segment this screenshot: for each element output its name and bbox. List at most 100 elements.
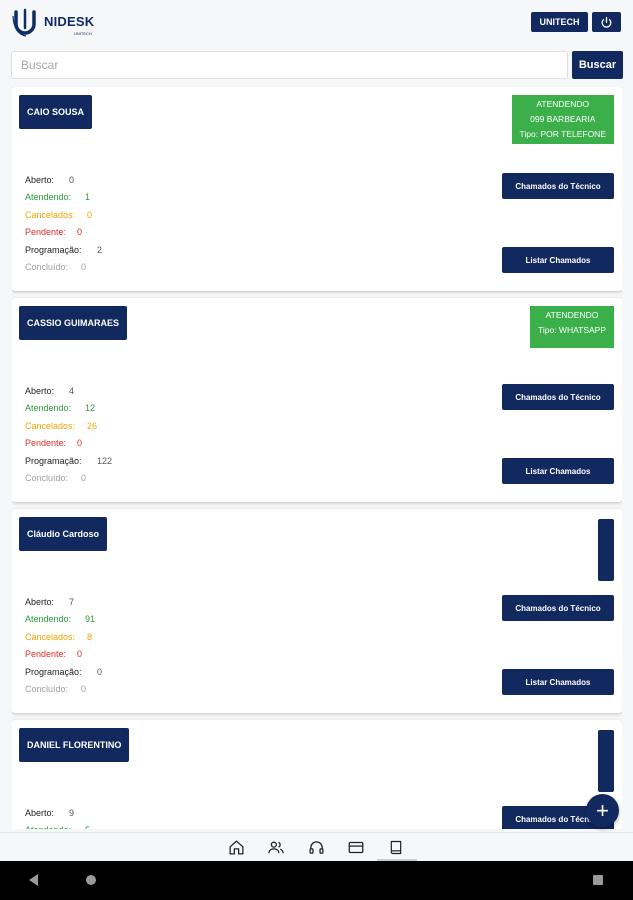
stat-aberto: Aberto: 0 <box>25 172 102 189</box>
technician-card: CASSIO GUIMARAES ATENDENDO Tipo: WHATSAP… <box>12 298 622 502</box>
listar-chamados-button[interactable]: Listar Chamados <box>502 247 614 273</box>
stat-atendendo: Atendendo: 12 <box>25 400 112 417</box>
stat-value: 91 <box>85 614 96 625</box>
chamados-tecnico-button[interactable]: Chamados do Técnico <box>502 384 614 410</box>
status-badge-empty <box>598 730 614 792</box>
status-badge: ATENDENDO Tipo: WHATSAPP <box>529 306 614 348</box>
technician-card: DANIEL FLORENTINO Aberto:9 Atendendo:5 C… <box>12 720 622 829</box>
stat-pendente: Pendente: 0 <box>25 224 102 241</box>
logout-button[interactable] <box>592 12 621 32</box>
stat-label: Atendendo: <box>25 192 72 203</box>
stat-label: Concluído: <box>25 684 69 695</box>
headset-icon[interactable] <box>306 837 326 857</box>
stat-pendente: Pendente: 0 <box>25 646 102 663</box>
stat-value: 9 <box>69 808 75 818</box>
stat-value: 0 <box>81 473 87 484</box>
user-button[interactable]: UNITECH <box>531 12 588 32</box>
back-icon[interactable] <box>29 874 38 886</box>
ticket-stats: Aberto: 7 Atendendo: 91 Cancelados: 8 Pende… <box>25 594 102 698</box>
technician-name-button[interactable]: DANIEL FLORENTINO <box>19 728 130 762</box>
ticket-stats: Aberto: 4 Atendendo: 12 Cancelados: 26 Pend… <box>25 383 112 487</box>
logo-u-icon <box>12 8 36 37</box>
stat-programacao: Programação: 2 <box>25 242 102 259</box>
status-text: ATENDENDO <box>545 310 599 320</box>
stat-value: 8 <box>87 631 93 642</box>
technician-name-button[interactable]: Cláudio Cardoso <box>19 517 108 551</box>
stat-label: Aberto: <box>25 597 55 607</box>
ticket-stats: Aberto: 0 Atendendo: 1 Cancelados: 0 Penden… <box>25 172 102 276</box>
stat-value: 26 <box>87 420 98 431</box>
stat-label: Cancelados: <box>25 631 76 642</box>
stat-pendente: Pendente: 0 <box>25 435 112 452</box>
stat-concluido: Concluído: 0 <box>25 259 102 276</box>
stat-value: 0 <box>81 684 87 695</box>
stat-label: Atendendo: <box>25 403 72 414</box>
stat-value: 0 <box>87 209 93 220</box>
stat-aberto: Aberto: 9 <box>25 805 90 822</box>
stat-label: Programação: <box>25 666 82 677</box>
system-nav-bar <box>0 861 633 900</box>
stat-programacao: Programação: 0 <box>25 664 102 681</box>
stat-cancelados: Cancelados: 26 <box>25 418 112 435</box>
credit-card-icon[interactable] <box>346 837 366 857</box>
chamados-tecnico-button[interactable]: Chamados do Técnico <box>502 595 614 621</box>
listar-chamados-button[interactable]: Listar Chamados <box>502 458 614 484</box>
stat-cancelados: Cancelados: 0 <box>25 207 102 224</box>
technician-card: CAIO SOUSA ATENDENDO 099 BARBEARIA Tipo:… <box>12 87 622 291</box>
stat-value: 5 <box>85 822 90 829</box>
technician-list[interactable]: CAIO SOUSA ATENDENDO 099 BARBEARIA Tipo:… <box>12 87 622 829</box>
power-icon <box>601 16 612 28</box>
stat-value: 0 <box>77 438 83 449</box>
ticket-stats: Aberto: 9 Atendendo:5 <box>25 805 90 829</box>
status-type: Tipo: POR TELEFONE <box>519 129 606 139</box>
stat-label: Pendente: <box>25 227 67 238</box>
stat-label: Concluído: <box>25 473 69 484</box>
search-input[interactable] <box>11 51 568 79</box>
stat-label: Programação: <box>25 244 82 255</box>
unidesk-logo[interactable]: NIDESK UNITECH <box>10 6 94 40</box>
stat-value: 0 <box>81 262 87 273</box>
users-icon[interactable] <box>266 837 286 857</box>
stat-value: 0 <box>69 175 75 185</box>
status-client: 099 BARBEARIA <box>530 114 596 124</box>
stat-value: 7 <box>69 597 75 607</box>
stat-label: Atendendo: <box>25 614 72 625</box>
stat-label: Pendente: <box>25 438 67 449</box>
chamados-tecnico-button[interactable]: Chamados do Técnico <box>502 173 614 199</box>
app-header: NIDESK UNITECH UNITECH <box>0 0 633 46</box>
book-icon[interactable] <box>386 837 406 857</box>
stat-label: Programação: <box>25 455 82 466</box>
stat-cancelados: Cancelados: 8 <box>25 629 102 646</box>
stat-programacao: Programação: 122 <box>25 453 112 470</box>
bottom-nav <box>0 832 633 861</box>
add-button[interactable]: + <box>586 794 619 827</box>
technician-name-button[interactable]: CAIO SOUSA <box>19 95 93 129</box>
logo-subtext: UNITECH <box>74 31 92 36</box>
technician-name-button[interactable]: CASSIO GUIMARAES <box>19 306 128 340</box>
stat-value: 1 <box>85 192 91 203</box>
stat-label: Atendendo: <box>25 822 85 829</box>
logo-text: NIDESK <box>44 14 95 29</box>
home-circle-icon[interactable] <box>86 875 96 885</box>
stat-label: Concluído: <box>25 262 69 273</box>
stat-label: Aberto: <box>25 808 55 818</box>
stat-label: Cancelados: <box>25 209 76 220</box>
stat-aberto: Aberto: 4 <box>25 383 112 400</box>
stat-label: Aberto: <box>25 175 55 185</box>
stat-value: 0 <box>97 666 103 677</box>
stat-value: 122 <box>97 455 113 466</box>
technician-card: Cláudio Cardoso Aberto: 7 Atendendo: 91 Ca… <box>12 509 622 713</box>
stat-atendendo: Atendendo:5 <box>25 822 90 829</box>
stat-label: Aberto: <box>25 386 55 396</box>
search-button[interactable]: Buscar <box>572 51 623 79</box>
listar-chamados-button[interactable]: Listar Chamados <box>502 669 614 695</box>
stat-value: 4 <box>69 386 75 396</box>
stat-atendendo: Atendendo: 1 <box>25 189 102 206</box>
home-icon[interactable] <box>226 837 246 857</box>
recents-icon[interactable] <box>593 875 603 885</box>
status-text: ATENDENDO <box>536 99 590 109</box>
status-badge-empty <box>598 519 614 581</box>
stat-concluido: Concluído: 0 <box>25 470 112 487</box>
stat-label: Cancelados: <box>25 420 76 431</box>
stat-value: 2 <box>97 244 103 255</box>
